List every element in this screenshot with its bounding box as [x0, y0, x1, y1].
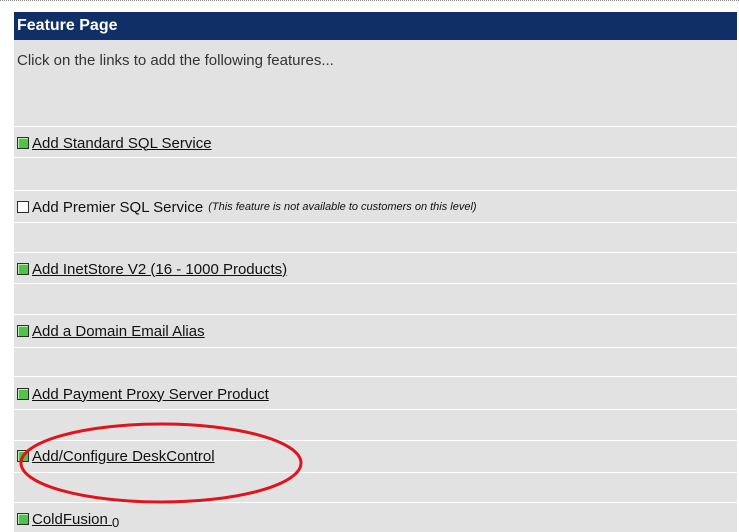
feature-deskcontrol[interactable]: Add/Configure DeskControl: [17, 446, 215, 466]
green-checkbox-icon: [17, 263, 29, 275]
green-checkbox-icon: [17, 450, 29, 462]
feature-coldfusion[interactable]: ColdFusion 0: [17, 509, 120, 530]
feature-link[interactable]: Add a Domain Email Alias: [32, 323, 205, 340]
feature-inetstore[interactable]: Add InetStore V2 (16 - 1000 Products): [17, 259, 287, 279]
top-dotted-border: [0, 0, 739, 3]
feature-panel: Feature Page Click on the links to add t…: [14, 12, 737, 532]
row-separator: [14, 126, 737, 127]
green-checkbox-icon: [17, 513, 29, 525]
row-separator: [14, 502, 737, 503]
row-separator: [14, 314, 737, 315]
feature-link[interactable]: Add InetStore V2 (16 - 1000 Products): [32, 261, 287, 278]
green-checkbox-icon: [17, 325, 29, 337]
intro-text: Click on the links to add the following …: [17, 52, 334, 69]
page-title: Feature Page: [14, 12, 737, 40]
green-checkbox-icon: [17, 137, 29, 149]
feature-link-text: ColdFusion: [32, 510, 108, 528]
row-separator: [14, 190, 737, 191]
row-separator: [14, 157, 737, 158]
feature-payment-proxy[interactable]: Add Payment Proxy Server Product: [17, 384, 269, 404]
green-checkbox-icon: [17, 388, 29, 400]
row-separator: [14, 283, 737, 284]
row-separator: [14, 472, 737, 473]
row-separator: [14, 222, 737, 223]
feature-link[interactable]: Add/Configure DeskControl: [32, 448, 215, 465]
row-separator: [14, 376, 737, 377]
feature-premier-sql: Add Premier SQL Service (This feature is…: [17, 197, 477, 217]
feature-link[interactable]: Add Standard SQL Service: [32, 135, 212, 152]
feature-domain-email-alias[interactable]: Add a Domain Email Alias: [17, 321, 205, 341]
row-separator: [14, 409, 737, 410]
empty-checkbox-icon: [17, 201, 29, 213]
feature-suffix: 0: [112, 514, 120, 530]
feature-standard-sql[interactable]: Add Standard SQL Service: [17, 133, 212, 153]
row-separator: [14, 440, 737, 441]
row-separator: [14, 252, 737, 253]
feature-link[interactable]: Add Payment Proxy Server Product: [32, 386, 269, 403]
feature-unavailable-note: (This feature is not available to custom…: [208, 201, 477, 213]
feature-label: Add Premier SQL Service: [32, 198, 204, 216]
row-separator: [14, 347, 737, 348]
feature-link[interactable]: ColdFusion 0: [32, 510, 120, 530]
